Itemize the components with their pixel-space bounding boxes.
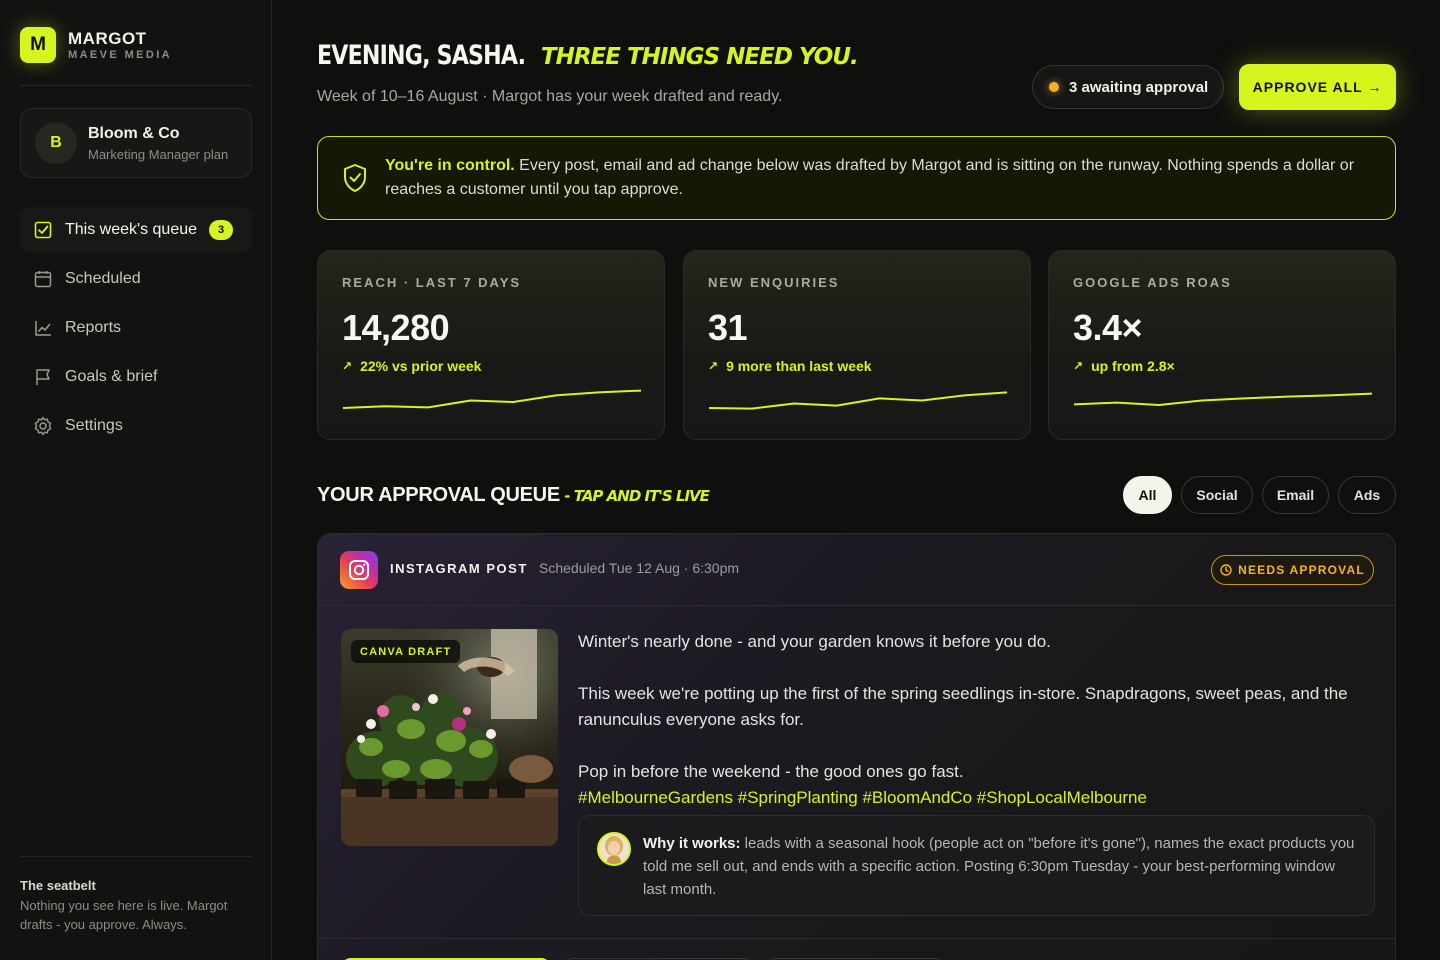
approval-card-header: INSTAGRAM POST Scheduled Tue 12 Aug · 6:… xyxy=(318,534,1395,606)
stat-delta-text: up from 2.8× xyxy=(1091,358,1175,374)
why-it-works-text: Why it works: leads with a seasonal hook… xyxy=(643,832,1355,901)
stat-delta-text: 22% vs prior week xyxy=(360,358,482,374)
stat-label: NEW ENQUIRIES xyxy=(708,275,840,290)
sidebar-item-scheduled[interactable]: Scheduled xyxy=(20,256,252,302)
stat-delta: ↗ 9 more than last week xyxy=(708,358,1006,374)
stat-card-reach[interactable]: REACH · LAST 7 DAYS 14,280 ↗ 22% vs prior… xyxy=(317,250,665,440)
page-title: EVENING, SASHA. THREE THINGS NEED YOU. xyxy=(317,40,859,71)
control-message-strong: You're in control. xyxy=(385,157,515,174)
sidebar-item-goals[interactable]: Goals & brief xyxy=(20,354,252,400)
gear-icon xyxy=(33,416,53,436)
awaiting-approval-label: 3 awaiting approval xyxy=(1069,78,1209,96)
flag-icon xyxy=(33,367,53,387)
arrow-up-right-icon: ↗ xyxy=(342,359,353,373)
caption-paragraph: This week we're potting up the first of … xyxy=(578,684,1348,729)
account-plan: Marketing Manager plan xyxy=(88,146,229,162)
sidebar-divider xyxy=(20,856,252,857)
canva-draft-chip: CANVA DRAFT xyxy=(351,640,461,663)
greeting: EVENING, SASHA. xyxy=(317,40,526,71)
arrow-up-right-icon: ↗ xyxy=(1073,359,1084,373)
clock-icon xyxy=(1220,564,1232,576)
post-image-preview[interactable]: CANVA DRAFT xyxy=(341,629,558,846)
stat-delta: ↗ up from 2.8× xyxy=(1073,358,1371,374)
status-badge-label: NEEDS APPROVAL xyxy=(1238,563,1365,577)
filter-ads[interactable]: Ads xyxy=(1338,476,1396,514)
stat-value: 14,280 xyxy=(342,307,450,348)
stat-card-enquiries[interactable]: NEW ENQUIRIES 31 ↗ 9 more than last week xyxy=(683,250,1031,440)
seatbelt-text: Nothing you see here is live. Margot dra… xyxy=(20,898,228,932)
sparkline-enquiries xyxy=(708,391,1008,410)
sparkline-path xyxy=(1073,392,1373,406)
sparkline-path xyxy=(342,389,642,409)
brand-logo: M xyxy=(20,27,56,63)
sidebar-item-label: Goals & brief xyxy=(65,368,158,385)
post-caption[interactable]: Winter's nearly done - and your garden k… xyxy=(578,629,1368,811)
sparkline-reach xyxy=(342,389,642,409)
why-it-works-box: Why it works: leads with a seasonal hook… xyxy=(578,815,1375,916)
control-message-body: Every post, email and ad change below wa… xyxy=(385,157,1355,198)
post-schedule: Scheduled Tue 12 Aug · 6:30pm xyxy=(539,560,740,576)
status-badge: NEEDS APPROVAL xyxy=(1211,555,1374,585)
status-dot-icon xyxy=(1049,82,1059,92)
account-name: Bloom & Co xyxy=(88,124,180,142)
instagram-icon xyxy=(340,551,378,589)
greeting-accent: THREE THINGS NEED YOU. xyxy=(540,44,859,70)
caption-paragraph: Winter's nearly done - and your garden k… xyxy=(578,632,1051,651)
sparkline-roas xyxy=(1073,392,1373,406)
sidebar: M MARGOT MAEVE MEDIA B Bloom & Co Market… xyxy=(0,0,272,960)
stat-label: GOOGLE ADS ROAS xyxy=(1073,275,1232,290)
card-divider xyxy=(318,938,1395,939)
filter-all[interactable]: All xyxy=(1123,476,1172,514)
seatbelt-title: The seatbelt xyxy=(20,878,96,893)
stat-delta-text: 9 more than last week xyxy=(726,358,872,374)
sidebar-item-label: Scheduled xyxy=(65,270,141,287)
sidebar-item-reports[interactable]: Reports xyxy=(20,305,252,351)
stat-value: 31 xyxy=(708,307,748,348)
filter-social[interactable]: Social xyxy=(1181,476,1253,514)
queue-title-main: YOUR APPROVAL QUEUE xyxy=(317,484,560,506)
account-switcher[interactable]: B Bloom & Co Marketing Manager plan xyxy=(20,108,252,178)
post-type: INSTAGRAM POST xyxy=(390,561,528,576)
control-message: You're in control. Every post, email and… xyxy=(385,154,1375,202)
awaiting-approval-pill[interactable]: 3 awaiting approval xyxy=(1032,65,1224,109)
brand-subtitle: MAEVE MEDIA xyxy=(68,48,173,61)
sidebar-item-label: This week's queue xyxy=(65,221,198,238)
approval-card-instagram: INSTAGRAM POST Scheduled Tue 12 Aug · 6:… xyxy=(317,533,1396,960)
why-it-works-label: Why it works: xyxy=(643,835,741,852)
account-avatar: B xyxy=(35,122,77,164)
stat-delta: ↗ 22% vs prior week xyxy=(342,358,640,374)
queue-title-accent: - TAP AND IT'S LIVE xyxy=(564,487,710,505)
sparkline-path xyxy=(708,391,1008,410)
sidebar-item-label: Settings xyxy=(65,417,123,434)
calendar-icon xyxy=(33,269,53,289)
why-it-works-body: leads with a seasonal hook (people act o… xyxy=(643,835,1355,898)
arrow-up-right-icon: ↗ xyxy=(708,359,719,373)
sidebar-divider xyxy=(20,85,252,86)
filter-email[interactable]: Email xyxy=(1262,476,1329,514)
brand[interactable]: M MARGOT MAEVE MEDIA xyxy=(20,27,172,63)
chart-icon xyxy=(33,318,53,338)
stat-value: 3.4× xyxy=(1073,307,1143,348)
caption-hashtags: #MelbourneGardens #SpringPlanting #Bloom… xyxy=(578,788,1147,807)
shield-check-icon xyxy=(344,164,366,192)
sidebar-item-label: Reports xyxy=(65,319,122,336)
sidebar-item-settings[interactable]: Settings xyxy=(20,403,252,449)
queue-title: YOUR APPROVAL QUEUE - TAP AND IT'S LIVE xyxy=(317,484,710,507)
stat-label: REACH · LAST 7 DAYS xyxy=(342,275,522,290)
sidebar-nav: This week's queue 3 Scheduled Reports Go… xyxy=(20,207,252,452)
control-banner: You're in control. Every post, email and… xyxy=(317,136,1396,220)
stat-card-roas[interactable]: GOOGLE ADS ROAS 3.4× ↗ up from 2.8× xyxy=(1048,250,1396,440)
seatbelt-note: The seatbelt Nothing you see here is liv… xyxy=(20,878,252,934)
week-summary: Week of 10–16 August · Margot has your w… xyxy=(317,88,783,105)
margot-avatar xyxy=(597,832,631,866)
approve-all-button[interactable]: APPROVE ALL → xyxy=(1239,64,1396,110)
caption-paragraph: Pop in before the weekend - the good one… xyxy=(578,762,964,781)
checkbox-icon xyxy=(33,220,53,240)
brand-name: MARGOT xyxy=(68,28,147,48)
sidebar-item-queue[interactable]: This week's queue 3 xyxy=(20,207,252,253)
queue-count-badge: 3 xyxy=(209,220,234,240)
